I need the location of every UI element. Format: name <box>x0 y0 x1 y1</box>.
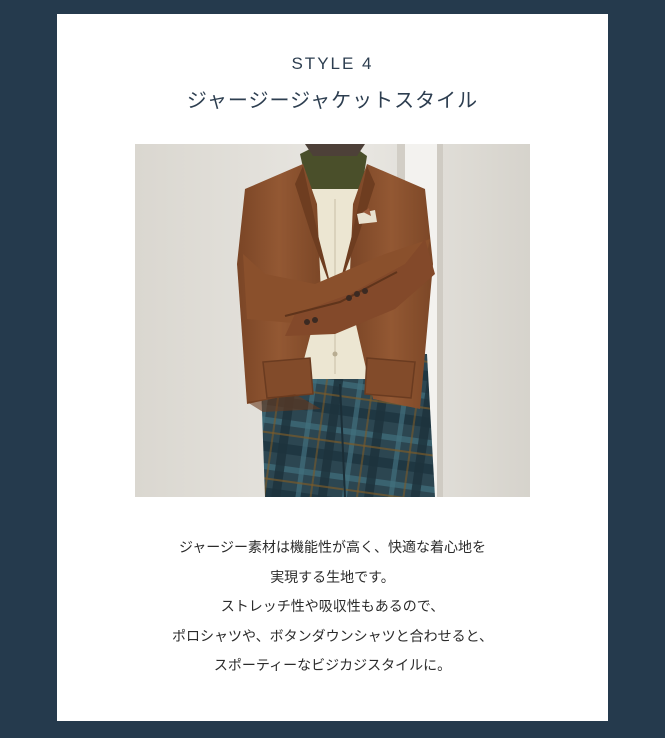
style-title: ジャージージャケットスタイル <box>186 88 479 112</box>
description-line: ポロシャツや、ボタンダウンシャツと合わせると、 <box>171 628 494 645</box>
description-line: ストレッチ性や吸収性もあるので、 <box>220 599 445 615</box>
style-photo <box>135 144 530 497</box>
style-number-label: STYLE 4 <box>291 54 374 73</box>
description-line: 実現する生地です。 <box>270 569 395 586</box>
style-description: ジャージー素材は機能性が高く、快適な着心地を 実現する生地です。 ストレッチ性や… <box>57 534 608 682</box>
description-line: ジャージー素材は機能性が高く、快適な着心地を <box>178 540 487 556</box>
description-line: スポーティーなビジカジスタイルに。 <box>213 658 452 674</box>
style-card: STYLE 4 ジャージージャケットスタイル ジャージー素材は機能性が高く、快適… <box>57 14 608 721</box>
